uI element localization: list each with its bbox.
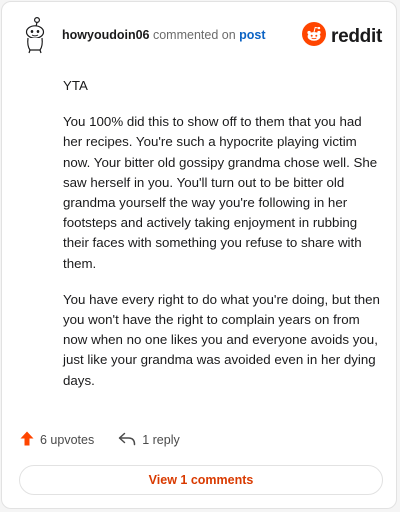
upvote-button[interactable]: 6 upvotes — [20, 431, 94, 449]
view-comments-button[interactable]: View 1 comments — [19, 465, 383, 495]
comment-paragraph-1: You 100% did this to show off to them th… — [63, 114, 378, 271]
reply-button[interactable]: 1 reply — [118, 432, 180, 449]
byline-action-text: commented on — [152, 28, 236, 42]
comment-actions: 6 upvotes 1 reply — [20, 430, 180, 450]
reply-count: 1 reply — [142, 433, 180, 447]
reddit-brand[interactable]: reddit — [302, 22, 382, 51]
comment-byline: howyoudoin06 commented on post — [62, 28, 266, 42]
reddit-logo-icon — [302, 22, 327, 51]
reply-arrow-icon — [118, 432, 136, 449]
comment-paragraph-2: You have every right to do what you're d… — [63, 291, 380, 388]
comment-paragraph-verdict: YTA — [63, 78, 88, 93]
username-link[interactable]: howyoudoin06 — [62, 28, 150, 42]
upvote-arrow-icon — [20, 431, 34, 449]
snoo-avatar-icon[interactable] — [18, 16, 52, 54]
reddit-wordmark: reddit — [331, 25, 382, 47]
upvotes-count: 6 upvotes — [40, 433, 95, 447]
comment-header: howyoudoin06 commented on post reddit — [18, 16, 382, 56]
post-link[interactable]: post — [239, 28, 265, 42]
comment-body: YTA You 100% did this to show off to the… — [63, 76, 383, 407]
comment-card: howyoudoin06 commented on post reddit YT… — [1, 1, 397, 509]
